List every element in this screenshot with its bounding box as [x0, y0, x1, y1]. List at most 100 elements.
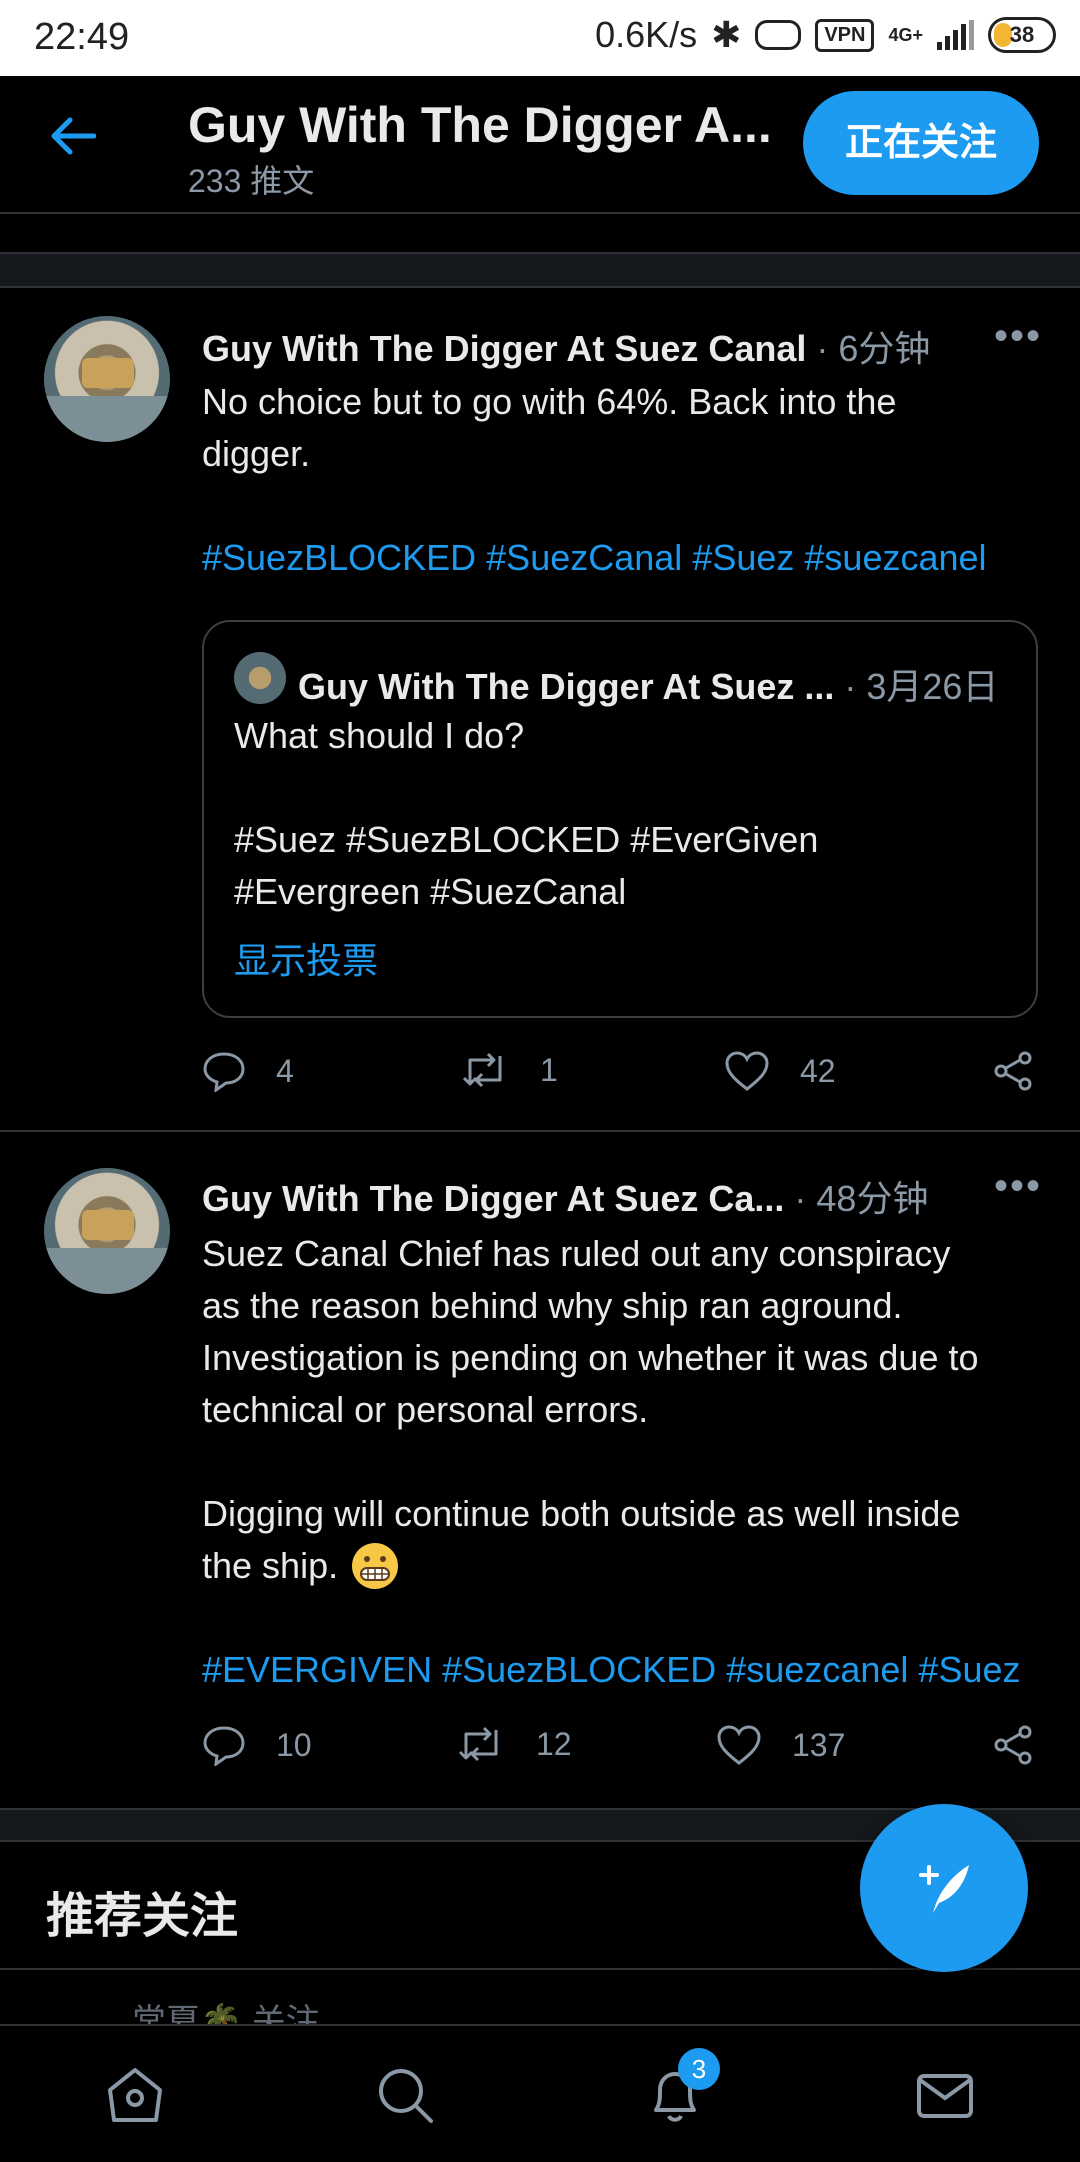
mail-icon [917, 2074, 973, 2118]
hashtag[interactable]: #Suez [692, 537, 794, 578]
author-name: Guy With The Digger At Suez ... [298, 666, 835, 707]
retweet-count: 1 [540, 1051, 558, 1088]
home-tab[interactable] [100, 2060, 170, 2130]
share-icon [994, 1725, 1032, 1765]
quoted-tweet[interactable]: Guy With The Digger At Suez ... · 3月26日 … [202, 620, 1038, 1018]
tweet[interactable]: Guy With The Digger At Suez Canal · 6分钟 … [0, 284, 1080, 1130]
share-icon [994, 1051, 1032, 1091]
tweet[interactable]: Guy With The Digger At Suez Ca... · 48分钟… [0, 1132, 1080, 1808]
tweet-line: the ship. [202, 1540, 1042, 1592]
tweet-line: No choice but to go with 64%. Back into … [202, 381, 897, 422]
tweet-line: digger. [202, 433, 311, 474]
tweet-line: Investigation is pending on whether it w… [202, 1337, 979, 1378]
search-icon [379, 2069, 433, 2123]
quote-text: What should I do? #Suez #SuezBLOCKED #Ev… [234, 710, 1014, 918]
tweet-time: · 6分钟 [816, 328, 931, 369]
share-button[interactable] [992, 1050, 1034, 1092]
net-speed: 0.6K/s [595, 14, 698, 55]
show-poll-link[interactable]: 显示投票 [234, 932, 378, 984]
reply-count: 10 [276, 1726, 312, 1763]
avatar[interactable] [44, 316, 170, 442]
vpn-badge: VPN [815, 18, 875, 52]
like-button[interactable]: 42 [724, 1050, 836, 1092]
hashtag[interactable]: #suezcanel [804, 537, 986, 578]
retweet-count: 12 [536, 1725, 572, 1762]
compose-icon [919, 1865, 969, 1913]
quote-hashtags: #Suez #SuezBLOCKED #EverGiven [234, 814, 1014, 866]
quote-header: Guy With The Digger At Suez ... · 3月26日 [298, 658, 998, 710]
like-count: 42 [800, 1052, 836, 1089]
tweet-line: Digging will continue both outside as we… [202, 1493, 961, 1534]
like-icon [717, 1725, 761, 1765]
like-icon [725, 1051, 769, 1091]
author-name[interactable]: Guy With The Digger At Suez Canal [202, 328, 806, 369]
network-type: 4G+ [888, 24, 923, 45]
tweet-text: Suez Canal Chief has ruled out any consp… [202, 1228, 1042, 1696]
hashtag[interactable]: #EVERGIVEN [202, 1649, 432, 1690]
tweet-text: No choice but to go with 64%. Back into … [202, 376, 1042, 584]
tweet-header: Guy With The Digger At Suez Canal · 6分钟 [202, 320, 930, 372]
battery-level: 38 [1009, 22, 1035, 47]
hashtag: #EverGiven [630, 819, 819, 860]
tweet-actions: 4 1 42 [202, 1050, 1042, 1110]
messages-tab[interactable] [910, 2060, 980, 2130]
page-title: Guy With The Digger A... [188, 97, 772, 153]
hashtag[interactable]: #Suez [918, 1649, 1020, 1690]
hashtag: #SuezBLOCKED [346, 819, 621, 860]
reply-icon [203, 1726, 245, 1766]
like-count: 137 [792, 1726, 846, 1763]
retweet-icon [458, 1726, 498, 1762]
tweet-header: Guy With The Digger At Suez Ca... · 48分钟 [202, 1170, 928, 1222]
tweet-line-text: the ship. [202, 1545, 339, 1586]
status-time: 22:49 [34, 16, 130, 58]
reply-button[interactable]: 4 [202, 1050, 294, 1092]
retweet-icon [462, 1052, 502, 1088]
hashtags: #EVERGIVEN #SuezBLOCKED #suezcanel #Suez [202, 1644, 1042, 1696]
hashtag[interactable]: #SuezBLOCKED [442, 1649, 716, 1690]
avatar [234, 652, 286, 704]
more-icon[interactable]: ••• [994, 314, 1042, 359]
battery-icon: 38 [988, 17, 1056, 53]
retweet-button[interactable]: 12 [456, 1724, 572, 1764]
retweet-button[interactable]: 1 [460, 1050, 558, 1090]
like-button[interactable]: 137 [716, 1724, 845, 1766]
tweet-line: technical or personal errors. [202, 1389, 649, 1430]
back-arrow-icon[interactable] [50, 116, 97, 161]
section-gap [0, 252, 1080, 288]
tweet-count: 233 推文 [188, 163, 315, 199]
status-bar: 22:49 0.6K/s ✱ VPN 4G+ 38 [0, 0, 1080, 76]
hashtag: #SuezCanal [430, 871, 627, 912]
tweet-time: · 3月26日 [844, 666, 999, 707]
hashtag: #Suez [234, 819, 337, 860]
avatar[interactable] [44, 1168, 170, 1294]
divider [0, 1968, 1080, 1970]
quote-line: What should I do? [234, 715, 525, 756]
status-icons: 0.6K/s ✱ VPN 4G+ 38 [595, 14, 1056, 56]
bluetooth-icon: ✱ [711, 14, 742, 55]
tweet-actions: 10 12 137 [202, 1724, 1042, 1784]
tweet-line: as the reason behind why ship ran agroun… [202, 1285, 903, 1326]
profile-header: Guy With The Digger A... 233 推文 正在关注 [0, 76, 1080, 214]
following-button[interactable]: 正在关注 [803, 91, 1039, 195]
compose-button[interactable] [860, 1804, 1028, 1972]
search-tab[interactable] [370, 2060, 440, 2130]
recommend-title: 推荐关注 [46, 1890, 239, 1943]
bottom-nav [0, 2024, 1080, 2162]
notification-badge: 3 [678, 2048, 720, 2090]
hashtag[interactable]: #suezcanel [726, 1649, 908, 1690]
signal-icon [937, 20, 974, 50]
reply-button[interactable]: 10 [202, 1724, 312, 1766]
tweet-line: Suez Canal Chief has ruled out any consp… [202, 1233, 951, 1274]
quote-hashtags: #Evergreen #SuezCanal [234, 866, 1014, 918]
hashtag: #Evergreen [234, 871, 421, 912]
author-name[interactable]: Guy With The Digger At Suez Ca... [202, 1178, 784, 1219]
hashtags: #SuezBLOCKED #SuezCanal #Suez #suezcanel [202, 532, 1042, 584]
more-icon[interactable]: ••• [994, 1164, 1042, 1209]
reply-icon [203, 1052, 245, 1092]
hashtag[interactable]: #SuezCanal [486, 537, 682, 578]
grimacing-emoji-icon [352, 1543, 399, 1589]
reply-count: 4 [276, 1052, 294, 1089]
hashtag[interactable]: #SuezBLOCKED [202, 537, 476, 578]
share-button[interactable] [992, 1724, 1034, 1766]
tweet-time: · 48分钟 [794, 1178, 929, 1219]
